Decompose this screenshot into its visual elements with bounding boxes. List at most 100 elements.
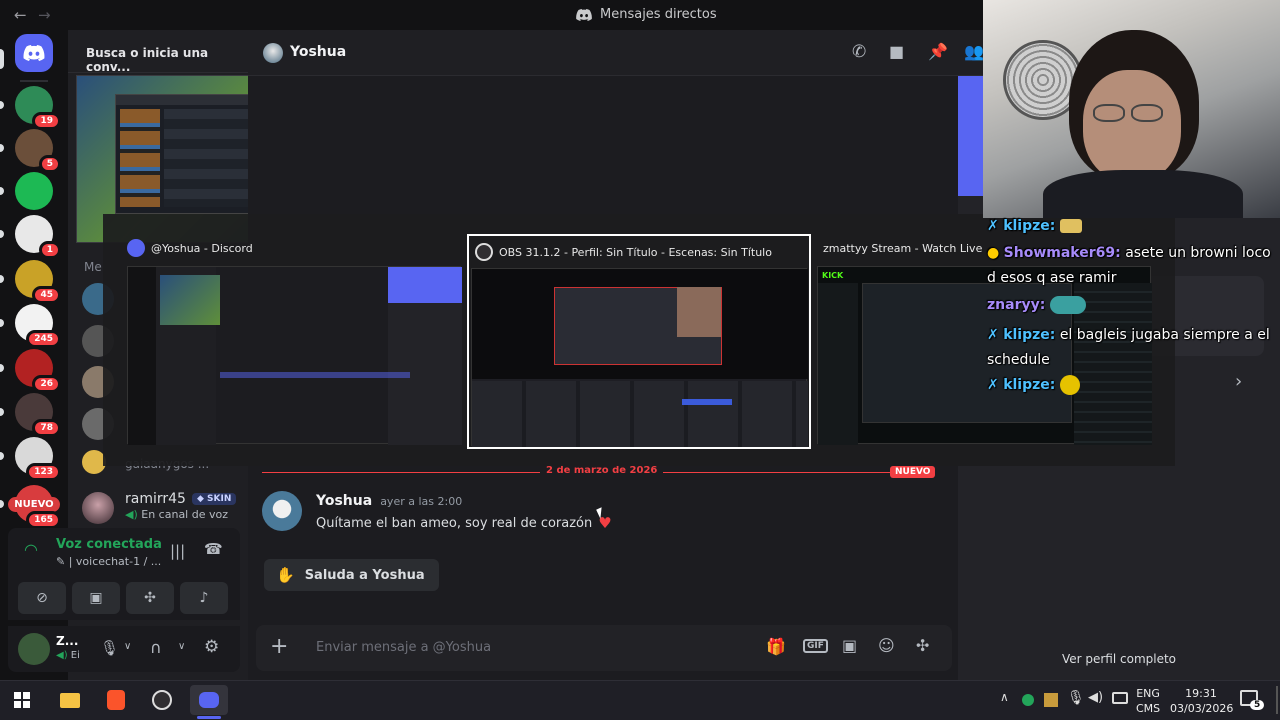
voice-channel[interactable]: | voicechat-1 / ...	[69, 555, 162, 568]
dm-section-header: Me	[84, 260, 102, 274]
switcher-window-discord[interactable]: @Yoshua - Discord	[113, 228, 465, 450]
user-status: ◀) Ei	[56, 650, 80, 661]
soundboard-effects-icon[interactable]: ♪	[180, 582, 228, 614]
pin-icon[interactable]: 📌	[928, 42, 948, 61]
stream-chat-line: ✗ klipze:	[987, 214, 1277, 241]
add-friend-icon[interactable]: 👥	[964, 42, 984, 61]
unread-badge: 245	[26, 330, 61, 348]
active-app-indicator	[197, 716, 221, 719]
server-icon[interactable]: NUEVO 165	[8, 485, 61, 529]
person-face	[1083, 70, 1181, 182]
discord-taskbar-icon[interactable]	[190, 685, 228, 715]
stream-chat-line: ✗ klipze:	[987, 373, 1277, 398]
server-icon[interactable]	[15, 172, 53, 210]
video-call-icon[interactable]: ■	[889, 42, 904, 61]
message-author[interactable]: Yoshua	[316, 493, 372, 509]
discord-icon	[127, 239, 145, 257]
call-icon[interactable]: ✆	[852, 42, 866, 62]
unread-badge: 165	[26, 511, 61, 529]
unread-badge: 78	[32, 419, 61, 437]
show-desktop-button[interactable]	[1276, 686, 1278, 714]
unread-badge: 19	[32, 112, 61, 130]
screen-share-icon[interactable]: ▣	[72, 582, 120, 614]
pin-icon: ✗	[987, 377, 1004, 393]
clock-time: 19:31	[1185, 687, 1217, 700]
view-full-profile[interactable]: Ver perfil completo	[958, 652, 1280, 666]
emote	[1059, 375, 1080, 395]
forward-arrow-icon[interactable]: →	[38, 6, 51, 24]
dm-item-status: En canal de voz	[141, 508, 228, 521]
unread-badge: 123	[26, 463, 61, 481]
new-badge: NUEVO	[890, 466, 936, 478]
server-avatar	[15, 172, 53, 210]
stream-chat-line: ✗ klipze: el bagleis jugaba siempre a el…	[987, 327, 1270, 368]
window-title-text: Mensajes directos	[600, 7, 717, 22]
server-icon[interactable]: 26	[15, 349, 61, 393]
clock[interactable]: 19:31 03/03/2026	[1170, 686, 1233, 716]
person-shirt	[1043, 170, 1243, 218]
back-arrow-icon[interactable]: ←	[14, 6, 27, 24]
unread-badge: 1	[38, 241, 61, 259]
activities-icon[interactable]: ✣	[126, 582, 174, 614]
gift-icon[interactable]: 🎁	[766, 637, 786, 656]
server-icon[interactable]: 123	[15, 437, 61, 481]
network-icon[interactable]	[1112, 692, 1128, 704]
sticker-icon[interactable]: ▣	[842, 636, 857, 655]
soundboard-icon[interactable]: |||	[170, 542, 185, 560]
server-icon[interactable]: 245	[15, 304, 61, 348]
windows-start-icon[interactable]	[8, 686, 36, 714]
add-attachment-icon[interactable]: +	[270, 634, 288, 659]
gear-icon[interactable]: ⚙	[204, 637, 219, 657]
skin-badge: ◆ SKIN	[191, 493, 237, 505]
gif-icon[interactable]: GIF	[803, 639, 828, 653]
file-explorer-icon[interactable]	[56, 686, 84, 714]
tray-app-icon[interactable]	[1044, 693, 1058, 707]
obs-icon[interactable]	[148, 686, 176, 714]
tray-app-icon[interactable]	[1022, 694, 1034, 706]
wave-label: Saluda a Yoshua	[304, 567, 425, 583]
switcher-window-title: @Yoshua - Discord	[151, 241, 253, 255]
emote	[1049, 296, 1086, 314]
apps-icon[interactable]: ✣	[916, 636, 929, 655]
glasses	[1093, 104, 1125, 122]
switcher-window-obs[interactable]: OBS 31.1.2 - Perfil: Sin Título - Escena…	[467, 234, 811, 449]
chevron-down-icon[interactable]: ∨	[124, 641, 131, 652]
server-icon[interactable]: 45	[15, 260, 61, 304]
unread-badge: 45	[32, 286, 61, 304]
dm-item-ramirr45[interactable]: ramirr45 ◆ SKIN ◀) En canal de voz	[82, 490, 242, 526]
microphone-icon[interactable]: 🎙	[100, 639, 119, 657]
obs-icon	[475, 243, 493, 261]
pin-icon: ✗	[987, 218, 1004, 234]
headphones-icon[interactable]: ∩	[150, 638, 162, 657]
chevron-down-icon[interactable]: ∨	[178, 641, 185, 652]
webcam-overlay	[983, 0, 1280, 218]
home-button[interactable]	[15, 34, 53, 72]
chevron-up-icon[interactable]: ∧	[1000, 690, 1009, 704]
search-input[interactable]: Busca o inicia una conv...	[76, 40, 240, 74]
brave-icon[interactable]	[102, 686, 130, 714]
camera-off-icon[interactable]: ⊘	[18, 582, 66, 614]
unread-badge: 5	[38, 155, 61, 173]
microphone-icon[interactable]: 🎙	[1067, 690, 1085, 706]
voice-status[interactable]: Voz conectada	[56, 537, 162, 552]
avatar[interactable]	[262, 491, 302, 531]
message-input[interactable]: Enviar mensaje a @Yoshua	[316, 640, 491, 655]
user-panel: Z... ◀) Ei 🎙 ∨ ∩ ∨ ⚙	[8, 626, 240, 672]
disconnect-icon[interactable]: ☎	[204, 540, 223, 558]
message-time: ayer a las 2:00	[380, 495, 463, 508]
server-icon[interactable]: 19	[15, 86, 61, 130]
message-input-bar: + Enviar mensaje a @Yoshua 🎁 GIF ▣ ☺ ✣	[256, 625, 952, 671]
home-indicator	[0, 49, 4, 69]
chat-header-name[interactable]: Yoshua	[290, 44, 346, 60]
speaker-icon: ◀)	[125, 508, 138, 521]
avatar[interactable]	[18, 633, 50, 665]
rail-divider	[20, 80, 48, 82]
volume-icon[interactable]: ◀)	[1088, 690, 1103, 705]
emoji-icon[interactable]: ☺	[878, 636, 895, 655]
wave-button[interactable]: ✋ Saluda a Yoshua	[264, 559, 439, 591]
server-icon[interactable]: 78	[15, 393, 61, 437]
server-icon[interactable]: 5	[15, 129, 61, 173]
switcher-window-title: zmattyy Stream - Watch Live on Kick - Br…	[823, 241, 985, 255]
language-indicator[interactable]: ENG CMS	[1136, 686, 1160, 716]
server-icon[interactable]: 1	[15, 215, 61, 259]
